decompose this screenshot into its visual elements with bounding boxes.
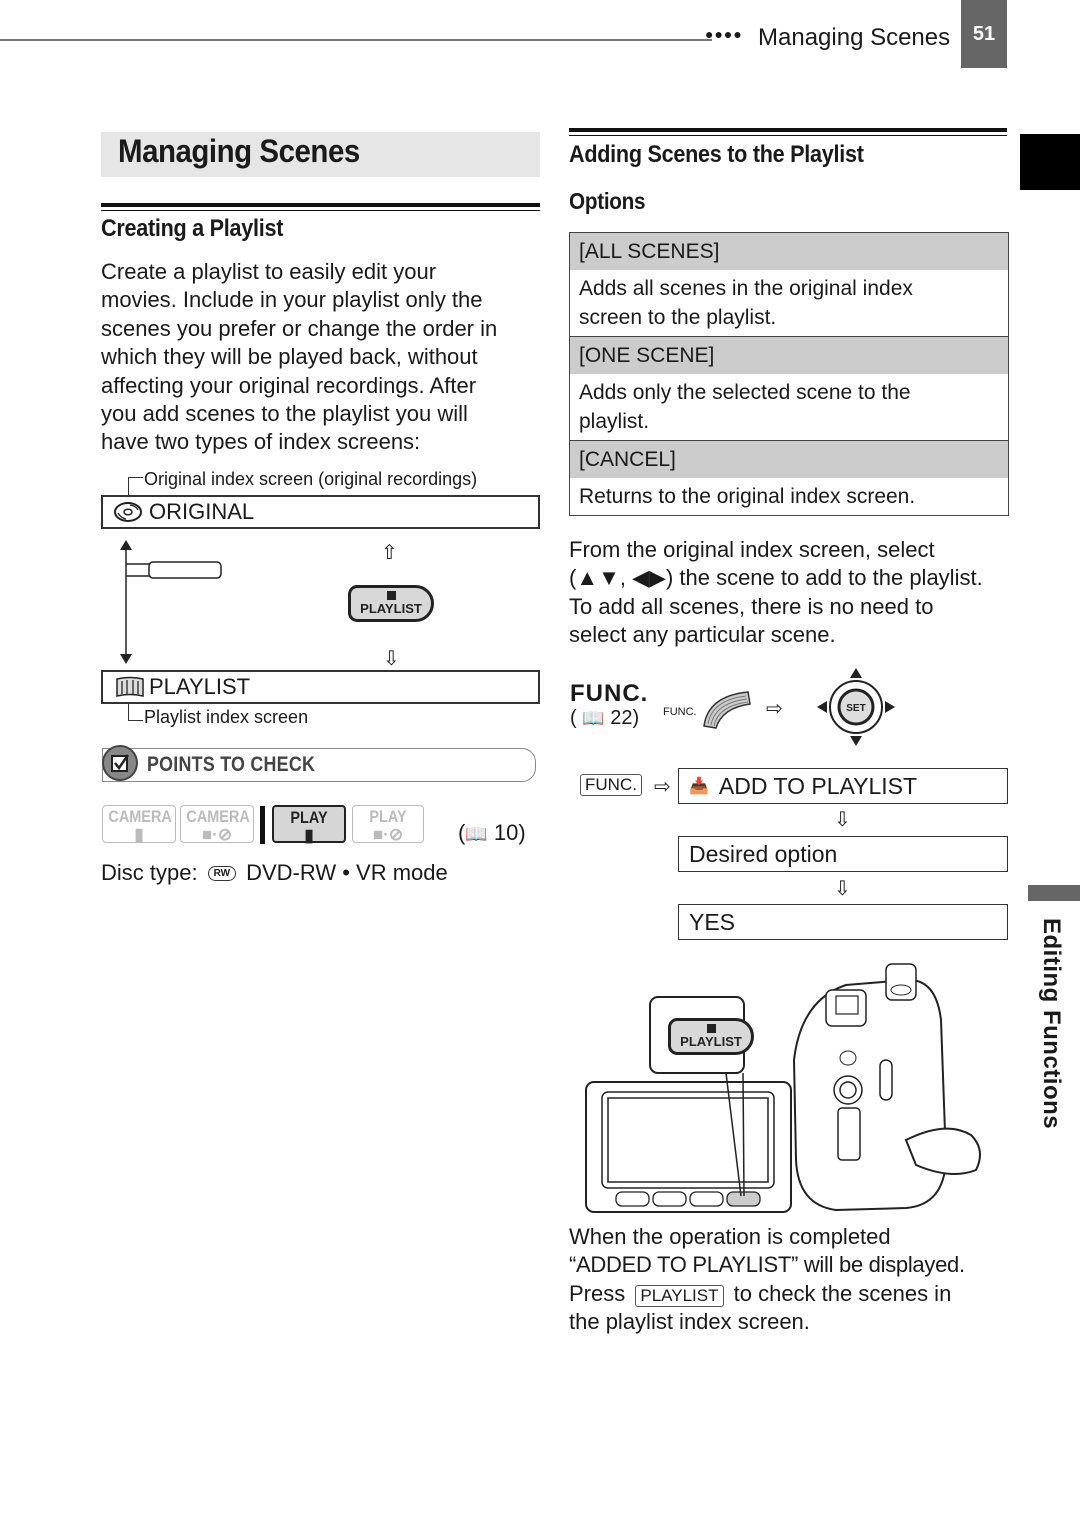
chapter-tab-marker (1020, 134, 1080, 190)
page-reference: (📖 10) (458, 820, 526, 845)
playlist-key[interactable]: PLAYLIST (635, 1284, 724, 1307)
header-dots: ●●●● (705, 26, 743, 42)
playlist-index-box: PLAYLIST (101, 670, 540, 704)
mode-play-movie: PLAY ▮ (272, 805, 346, 845)
right-arrow-icon: ⇨ (766, 698, 783, 720)
header-rule (0, 39, 712, 41)
right-arrow-icon: ⇨ (654, 776, 671, 798)
chapter-label: Editing Functions (1038, 918, 1065, 1130)
checkbox-icon (102, 745, 138, 781)
book-icon: 📖 (582, 708, 605, 728)
camcorder-illustration (585, 963, 981, 1213)
intro-line: affecting your original recordings. Afte… (101, 372, 477, 398)
mode-camera-movie: CAMERA ▮ (102, 805, 176, 844)
add-to-playlist-icon: 📥 (689, 778, 709, 795)
func-page-ref: ( 📖 22) (570, 707, 640, 729)
photo-icon: ■·⊘ (372, 825, 404, 844)
down-arrow-icon: ⇩ (383, 648, 400, 670)
photo-icon: ■·⊘ (201, 825, 233, 844)
points-to-check-label: POINTS TO CHECK (147, 753, 316, 776)
section-rule-thick (569, 128, 1007, 132)
func-small-label: FUNC. (663, 706, 697, 718)
options-heading: Options (569, 188, 646, 214)
caption-connector (128, 704, 143, 721)
stop-square-icon (706, 1024, 716, 1033)
stop-square-icon (386, 591, 396, 600)
func-button-icon[interactable] (700, 690, 754, 730)
intro-line: movies. Include in your playlist only th… (101, 287, 483, 313)
toggle-arrow-diagram (120, 540, 222, 664)
option-name-all-scenes: [ALL SCENES] (570, 233, 1008, 270)
func-label: FUNC. (570, 680, 649, 707)
options-table: [ALL SCENES] Adds all scenes in the orig… (569, 232, 1009, 516)
mode-separator (260, 806, 265, 844)
camera-playlist-button[interactable]: PLAYLIST (668, 1018, 754, 1055)
completion-paragraph: When the operation is completed “ADDED T… (569, 1224, 965, 1335)
playlist-caption: Playlist index screen (144, 707, 309, 727)
disc-type-line: Disc type: RW DVD-RW • VR mode (101, 860, 448, 886)
section-heading-adding-scenes: Adding Scenes to the Playlist (569, 141, 864, 168)
page-number: 51 (961, 0, 1007, 68)
page-title: Managing Scenes (118, 133, 360, 169)
playlist-button[interactable]: PLAYLIST (348, 585, 434, 622)
intro-line: have two types of index screens: (101, 429, 421, 455)
section-rule-thick (101, 203, 540, 207)
caption-connector (128, 477, 143, 496)
option-desc-cancel: Returns to the original index screen. (570, 478, 1008, 515)
intro-paragraph: Create a playlist to easily edit your mo… (101, 258, 541, 457)
func-key[interactable]: FUNC. (580, 774, 642, 796)
film-icon (116, 676, 144, 697)
original-index-box: ORIGINAL (101, 495, 540, 529)
section-rule-thin (569, 135, 1007, 136)
intro-line: scenes you prefer or change the order in (101, 315, 498, 341)
chapter-tab-bar (1028, 885, 1080, 901)
down-arrow-icon: ⇩ (834, 809, 851, 831)
intro-line: you add scenes to the playlist you will (101, 401, 468, 427)
set-label: SET (846, 703, 865, 714)
playlist-button-label: PLAYLIST (360, 601, 422, 616)
joystick-set-icon[interactable]: SET (816, 667, 896, 747)
book-icon: 📖 (465, 824, 488, 844)
disc-type-label: Disc type: (101, 860, 198, 885)
header-section-title: Managing Scenes (758, 24, 951, 51)
disc-type-value: DVD-RW • VR mode (246, 860, 448, 885)
original-label: ORIGINAL (149, 499, 255, 524)
up-arrow-icon: ⇧ (381, 542, 398, 564)
section-heading-creating-playlist: Creating a Playlist (101, 215, 284, 242)
option-desc-all-scenes: Adds all scenes in the original index sc… (570, 270, 1008, 337)
intro-line: which they will be played back, without (101, 344, 478, 370)
mode-play-photo: PLAY ■·⊘ (352, 805, 424, 844)
instruction-paragraph: From the original index screen, select (… (569, 537, 983, 648)
dvd-rw-icon: RW (207, 865, 237, 881)
camera-playlist-button-label: PLAYLIST (680, 1034, 742, 1049)
disc-icon (114, 502, 142, 522)
intro-line: Create a playlist to easily edit your (101, 259, 437, 284)
option-name-one-scene: [ONE SCENE] (570, 337, 1008, 374)
option-name-cancel: [CANCEL] (570, 441, 1008, 478)
flow-step-yes: YES (678, 904, 1008, 940)
option-desc-one-scene: Adds only the selected scene to the play… (570, 374, 1008, 441)
original-caption: Original index screen (original recordin… (144, 469, 478, 489)
movie-camera-icon: ▮ (304, 826, 314, 845)
playlist-label: PLAYLIST (149, 674, 251, 699)
mode-camera-photo: CAMERA ■·⊘ (180, 805, 254, 844)
section-rule-thin (101, 210, 540, 211)
flow-step-desired-option: Desired option (678, 836, 1008, 872)
down-arrow-icon: ⇩ (834, 878, 851, 900)
movie-camera-icon: ▮ (134, 825, 144, 844)
flow-step-add-to-playlist: 📥 ADD TO PLAYLIST (678, 768, 1008, 804)
